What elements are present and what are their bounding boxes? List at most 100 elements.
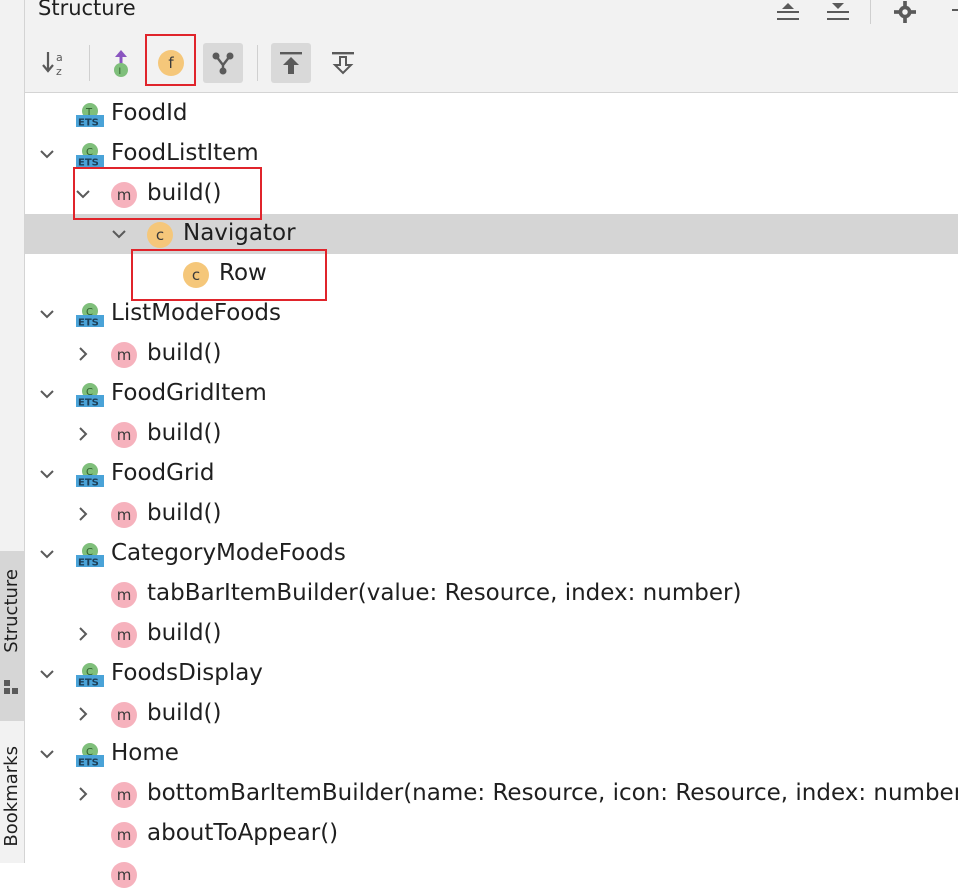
ets-class-icon: CETS — [76, 543, 104, 569]
tree-row[interactable]: m build() — [25, 174, 958, 214]
tree-row[interactable]: c Row — [25, 254, 958, 294]
tree-row[interactable]: T ETS FoodId — [25, 94, 958, 134]
tree-row-label: build() — [147, 340, 222, 366]
method-icon: m — [111, 182, 137, 208]
bookmarks-tool-tab[interactable]: Bookmarks — [0, 738, 24, 863]
chevron-right-icon[interactable] — [75, 626, 91, 642]
structure-tree: T ETS FoodId C ETS FoodListItem m build() c Navig… — [25, 94, 958, 894]
tree-row[interactable]: C ETS CategoryModeFoods — [25, 534, 958, 574]
chevron-down-icon[interactable] — [39, 666, 55, 682]
autoscroll-from-source-button[interactable] — [323, 43, 363, 83]
structure-tool-tab[interactable]: Structure — [0, 551, 24, 721]
chevron-down-icon[interactable] — [75, 186, 91, 202]
svg-text:ETS: ETS — [78, 558, 99, 569]
method-icon: m — [111, 422, 137, 448]
method-icon: m — [111, 582, 137, 608]
method-icon: m — [111, 782, 137, 808]
tree-row-label: FoodGridItem — [111, 380, 267, 406]
chevron-down-icon[interactable] — [39, 386, 55, 402]
field-icon: f — [158, 50, 184, 76]
sort-alphabetically-button[interactable]: a z — [35, 43, 75, 83]
tree-row[interactable]: m build() — [25, 494, 958, 534]
tree-row-label: Row — [219, 260, 267, 286]
tree-row-label: CategoryModeFoods — [111, 540, 346, 566]
chevron-down-icon[interactable] — [39, 146, 55, 162]
method-icon: m — [111, 702, 137, 728]
expand-all-icon[interactable] — [773, 0, 803, 24]
chevron-right-icon[interactable] — [75, 706, 91, 722]
chevron-down-icon[interactable] — [111, 226, 127, 242]
svg-text:I: I — [119, 67, 122, 77]
gear-icon[interactable] — [890, 0, 920, 24]
ets-type-icon: TETS — [76, 103, 104, 129]
collapse-all-icon[interactable] — [823, 0, 853, 24]
bookmarks-tab-label: Bookmarks — [1, 746, 22, 847]
tree-row-label: FoodsDisplay — [111, 660, 263, 686]
header-separator — [870, 0, 871, 24]
method-icon: m — [111, 342, 137, 368]
svg-text:ETS: ETS — [78, 398, 99, 409]
tree-row-label: FoodGrid — [111, 460, 215, 486]
ets-class-icon: CETS — [76, 463, 104, 488]
structure-icon — [4, 680, 18, 694]
ets-class-icon: CETS — [76, 663, 104, 689]
tree-row[interactable]: m — [25, 854, 958, 894]
tree-row[interactable]: C ETS FoodGrid — [25, 454, 958, 494]
svg-text:a: a — [56, 51, 63, 64]
tree-row[interactable]: c Navigator — [25, 214, 958, 254]
chevron-right-icon[interactable] — [75, 506, 91, 522]
svg-text:ETS: ETS — [78, 678, 99, 689]
tree-row-label: build() — [147, 500, 222, 526]
tree-row[interactable]: m tabBarItemBuilder(value: Resource, inde… — [25, 574, 958, 614]
ets-class-icon: CETS — [76, 743, 104, 769]
chevron-down-icon[interactable] — [39, 746, 55, 762]
chevron-right-icon[interactable] — [75, 426, 91, 442]
method-icon: m — [111, 502, 137, 528]
tree-row-label: Home — [111, 740, 179, 766]
tool-window-strip: Structure Bookmarks — [0, 0, 25, 863]
svg-text:ETS: ETS — [78, 758, 99, 769]
tree-row[interactable]: C ETS ListModeFoods — [25, 294, 958, 334]
method-icon: m — [111, 622, 137, 648]
chevron-right-icon[interactable] — [75, 346, 91, 362]
tree-row-label: tabBarItemBuilder(value: Resource, index… — [147, 580, 742, 606]
toolbar-separator — [89, 45, 90, 81]
tree-row[interactable]: m aboutToAppear() — [25, 814, 958, 854]
show-nonpublic-icon — [212, 52, 234, 75]
tree-row[interactable]: m build() — [25, 614, 958, 654]
show-nonpublic-button[interactable] — [203, 43, 243, 83]
tree-row[interactable]: C ETS FoodListItem — [25, 134, 958, 174]
autoscroll-to-source-icon — [280, 52, 302, 74]
autoscroll-from-source-icon — [332, 52, 354, 75]
chevron-down-icon[interactable] — [39, 546, 55, 562]
hide-icon[interactable] — [950, 0, 958, 24]
tree-row[interactable]: m build() — [25, 414, 958, 454]
component-icon: c — [147, 222, 173, 248]
chevron-down-icon[interactable] — [39, 306, 55, 322]
tree-row[interactable]: C ETS FoodsDisplay — [25, 654, 958, 694]
structure-toolbar: a z I f — [25, 32, 958, 93]
tree-row[interactable]: C ETS FoodGridItem — [25, 374, 958, 414]
chevron-down-icon[interactable] — [39, 466, 55, 482]
component-icon: c — [183, 262, 209, 288]
tree-row[interactable]: m build() — [25, 694, 958, 734]
show-fields-button[interactable]: f — [151, 43, 191, 83]
tree-row[interactable]: m build() — [25, 334, 958, 374]
method-icon: m — [111, 862, 137, 888]
chevron-right-icon[interactable] — [75, 786, 91, 802]
svg-text:z: z — [56, 65, 62, 78]
panel-title: Structure — [38, 0, 136, 20]
tree-row[interactable]: m bottomBarItemBuilder(name: Resource, ic… — [25, 774, 958, 814]
tree-row-label: build() — [147, 700, 222, 726]
show-inherited-button[interactable]: I — [101, 43, 141, 83]
structure-tab-label: Structure — [1, 569, 22, 653]
show-inherited-icon: I — [114, 50, 128, 77]
panel-header: Structure — [25, 0, 958, 32]
tree-row[interactable]: C ETS Home — [25, 734, 958, 774]
method-icon: m — [111, 822, 137, 848]
autoscroll-to-source-button[interactable] — [271, 43, 311, 83]
svg-text:ETS: ETS — [78, 118, 99, 129]
svg-text:ETS: ETS — [78, 158, 99, 169]
tree-row-label: build() — [147, 420, 222, 446]
sort-alphabetically-icon: a z — [42, 51, 63, 78]
